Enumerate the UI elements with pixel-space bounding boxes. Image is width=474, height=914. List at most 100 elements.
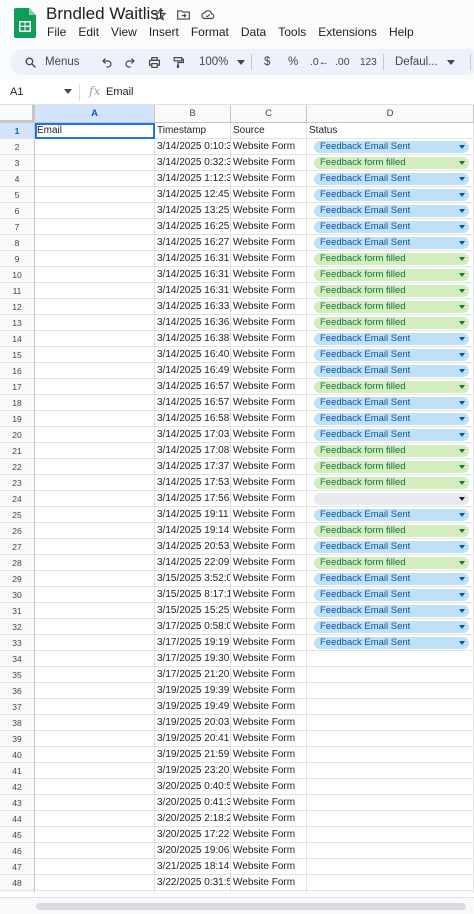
status-cell[interactable]	[307, 651, 474, 667]
source-cell[interactable]: Website Form	[231, 699, 307, 715]
source-cell[interactable]: Website Form	[231, 347, 307, 363]
source-cell[interactable]: Website Form	[231, 827, 307, 843]
horizontal-scrollbar[interactable]	[0, 897, 474, 914]
email-cell[interactable]	[35, 779, 155, 795]
email-cell[interactable]	[35, 459, 155, 475]
source-cell[interactable]: Website Form	[231, 571, 307, 587]
status-cell[interactable]: Feedback Email Sent	[307, 603, 474, 619]
timestamp-cell[interactable]	[155, 891, 231, 893]
status-cell[interactable]	[307, 843, 474, 859]
row-number[interactable]: 45	[0, 827, 35, 843]
timestamp-cell[interactable]: 3/14/2025 16:25	[155, 219, 231, 235]
email-cell[interactable]	[35, 699, 155, 715]
spreadsheet-grid[interactable]: A B C D 1 Email Timestamp Source Status …	[0, 105, 474, 893]
email-cell[interactable]	[35, 251, 155, 267]
status-cell[interactable]	[307, 859, 474, 875]
source-cell[interactable]: Website Form	[231, 267, 307, 283]
status-cell[interactable]	[307, 779, 474, 795]
timestamp-cell[interactable]: 3/14/2025 16:58	[155, 411, 231, 427]
timestamp-cell[interactable]: 3/14/2025 0:10:3	[155, 139, 231, 155]
status-cell[interactable]	[307, 747, 474, 763]
status-dropdown-chip[interactable]: Feedback form filled	[314, 557, 469, 569]
row-number[interactable]: 22	[0, 459, 35, 475]
menu-data[interactable]: Data	[241, 25, 266, 39]
email-cell[interactable]	[35, 891, 155, 893]
menu-insert[interactable]: Insert	[149, 25, 179, 39]
column-header-a[interactable]: A	[35, 105, 155, 123]
menu-tools[interactable]: Tools	[278, 25, 306, 39]
source-cell[interactable]: Website Form	[231, 411, 307, 427]
status-cell[interactable]: Feedback Email Sent	[307, 571, 474, 587]
row-number[interactable]: 42	[0, 779, 35, 795]
email-cell[interactable]	[35, 347, 155, 363]
email-cell[interactable]	[35, 475, 155, 491]
status-cell[interactable]: Feedback form filled	[307, 315, 474, 331]
status-cell[interactable]	[307, 827, 474, 843]
timestamp-cell[interactable]: 3/14/2025 19:14	[155, 523, 231, 539]
row-number[interactable]: 40	[0, 747, 35, 763]
row-number[interactable]: 12	[0, 299, 35, 315]
status-dropdown-chip[interactable]: Feedback Email Sent	[314, 589, 469, 601]
status-dropdown-chip[interactable]: Feedback Email Sent	[314, 173, 469, 185]
status-cell[interactable]: Feedback Email Sent	[307, 395, 474, 411]
status-cell[interactable]: Feedback Email Sent	[307, 331, 474, 347]
timestamp-cell[interactable]: 3/21/2025 18:14	[155, 859, 231, 875]
status-dropdown-chip[interactable]: Feedback form filled	[314, 157, 469, 169]
redo-button[interactable]	[124, 49, 136, 75]
column-header-c[interactable]: C	[231, 105, 307, 123]
status-dropdown-chip[interactable]: Feedback Email Sent	[314, 573, 469, 585]
source-cell[interactable]: Website Form	[231, 475, 307, 491]
status-dropdown-chip[interactable]: Feedback Email Sent	[314, 349, 469, 361]
status-cell[interactable]	[307, 811, 474, 827]
timestamp-cell[interactable]: 3/20/2025 17:22	[155, 827, 231, 843]
source-cell[interactable]: Website Form	[231, 203, 307, 219]
timestamp-cell[interactable]: 3/14/2025 16:36	[155, 315, 231, 331]
source-cell[interactable]: Website Form	[231, 395, 307, 411]
row-number[interactable]: 6	[0, 203, 35, 219]
timestamp-cell[interactable]: 3/19/2025 20:41	[155, 731, 231, 747]
menu-view[interactable]: View	[111, 25, 137, 39]
header-cell-status[interactable]: Status	[307, 123, 474, 139]
source-cell[interactable]: Website Form	[231, 603, 307, 619]
menu-file[interactable]: File	[47, 25, 66, 39]
email-cell[interactable]	[35, 235, 155, 251]
timestamp-cell[interactable]: 3/20/2025 0:41:3	[155, 795, 231, 811]
status-dropdown-chip[interactable]: Feedback form filled	[314, 317, 469, 329]
row-number[interactable]: 43	[0, 795, 35, 811]
row-number[interactable]: 10	[0, 267, 35, 283]
status-cell[interactable]: Feedback Email Sent	[307, 171, 474, 187]
timestamp-cell[interactable]: 3/19/2025 21:59	[155, 747, 231, 763]
row-number[interactable]: 41	[0, 763, 35, 779]
timestamp-cell[interactable]: 3/14/2025 17:08	[155, 443, 231, 459]
menu-edit[interactable]: Edit	[78, 25, 99, 39]
menu-help[interactable]: Help	[389, 25, 414, 39]
row-number[interactable]: 4	[0, 171, 35, 187]
sheets-logo-icon[interactable]	[14, 8, 36, 38]
status-dropdown-chip[interactable]: Feedback Email Sent	[314, 637, 469, 649]
email-cell[interactable]	[35, 587, 155, 603]
status-dropdown-chip[interactable]: Feedback Email Sent	[314, 509, 469, 521]
source-cell[interactable]: Website Form	[231, 731, 307, 747]
timestamp-cell[interactable]: 3/15/2025 15:25	[155, 603, 231, 619]
row-number[interactable]: 3	[0, 155, 35, 171]
star-icon[interactable]	[153, 8, 167, 22]
source-cell[interactable]: Website Form	[231, 427, 307, 443]
status-cell[interactable]: Feedback Email Sent	[307, 507, 474, 523]
source-cell[interactable]: Website Form	[231, 635, 307, 651]
email-cell[interactable]	[35, 491, 155, 507]
email-cell[interactable]	[35, 619, 155, 635]
email-cell[interactable]	[35, 443, 155, 459]
timestamp-cell[interactable]: 3/15/2025 8:17:1	[155, 587, 231, 603]
status-cell[interactable]	[307, 875, 474, 891]
status-cell[interactable]: Feedback form filled	[307, 155, 474, 171]
paint-format-button[interactable]	[172, 49, 185, 75]
timestamp-cell[interactable]: 3/17/2025 21:20	[155, 667, 231, 683]
email-cell[interactable]	[35, 155, 155, 171]
source-cell[interactable]: Website Form	[231, 315, 307, 331]
email-cell[interactable]	[35, 795, 155, 811]
email-cell[interactable]	[35, 283, 155, 299]
scrollbar-thumb[interactable]	[36, 903, 466, 910]
timestamp-cell[interactable]: 3/14/2025 16:38	[155, 331, 231, 347]
source-cell[interactable]: Website Form	[231, 539, 307, 555]
timestamp-cell[interactable]: 3/14/2025 16:33	[155, 299, 231, 315]
